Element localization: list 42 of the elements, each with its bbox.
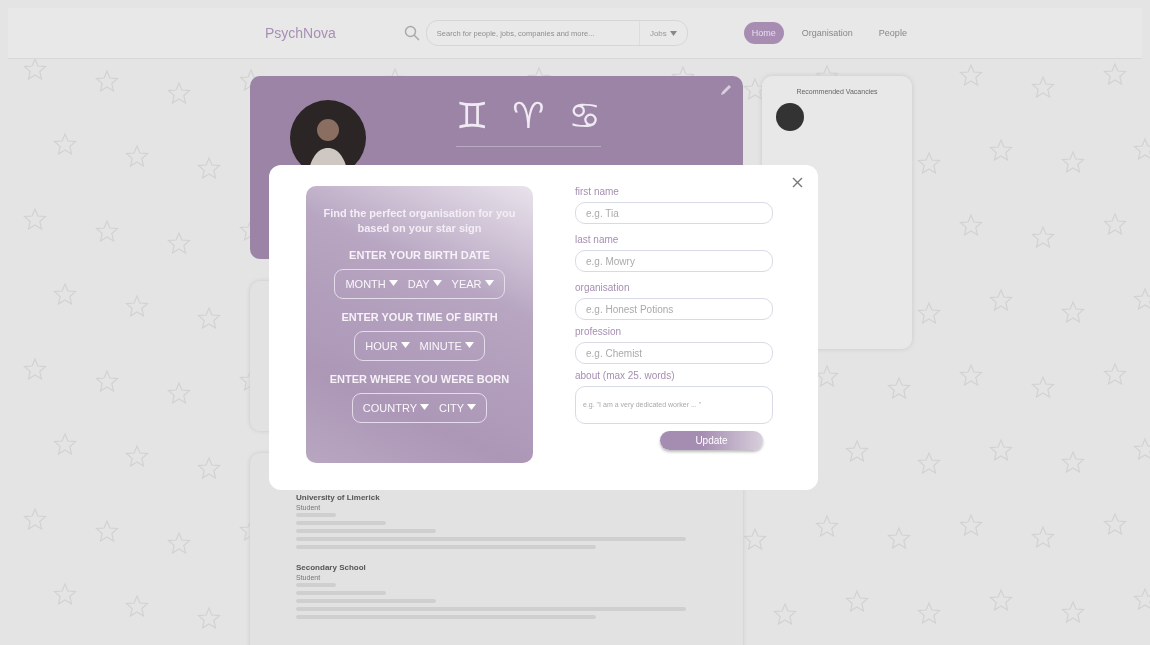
school-name: Secondary School	[296, 563, 367, 572]
input-field[interactable]: e.g. Tia	[575, 202, 773, 224]
dropdown[interactable]: CITY	[437, 401, 479, 414]
nav-link[interactable]: People	[870, 22, 915, 44]
field-label: first name	[575, 186, 620, 197]
field-label: last name	[575, 234, 620, 245]
caret-icon	[388, 279, 398, 286]
zodiac-sign: ♋	[568, 98, 601, 134]
school-name: University of Limerick	[296, 493, 381, 502]
input-field[interactable]: e.g. Mowry	[575, 250, 773, 272]
dropdown[interactable]: DAY	[405, 277, 444, 290]
caret-icon	[464, 341, 474, 348]
caret-icon	[400, 341, 410, 348]
caret-icon	[484, 279, 494, 286]
input-field[interactable]: e.g. Honest Potions	[575, 298, 773, 320]
caret-icon	[432, 279, 442, 286]
field-label: profession	[575, 326, 623, 337]
search-icon[interactable]	[403, 25, 420, 41]
section-heading: ENTER YOUR BIRTH DATE	[349, 248, 490, 261]
section-heading: ENTER WHERE YOU WERE BORN	[329, 372, 510, 385]
zodiac-sign: ♈	[512, 98, 545, 134]
dropdown[interactable]: MINUTE	[417, 339, 476, 352]
input-field[interactable]: e.g. Chemist	[575, 342, 773, 364]
caret-icon	[420, 403, 430, 410]
update-button[interactable]: Update	[660, 431, 763, 450]
dropdown[interactable]: COUNTRY	[360, 401, 432, 414]
dropdown[interactable]: MONTH	[343, 277, 400, 290]
dropdown[interactable]: YEAR	[449, 277, 496, 290]
nav-link[interactable]: Home	[743, 22, 784, 44]
logo: PsychNova	[265, 25, 336, 41]
close-icon[interactable]	[792, 177, 803, 188]
field-label: organisation	[575, 282, 631, 293]
section-heading: ENTER YOUR TIME OF BIRTH	[341, 310, 498, 323]
nav-link[interactable]: Organisation	[793, 22, 861, 44]
jobs-dropdown[interactable]: Jobs	[638, 21, 687, 45]
field-label: about (max 25. words)	[575, 370, 676, 381]
caret-icon	[669, 30, 677, 36]
zodiac-sign: ♊	[456, 98, 489, 134]
company-logo-icon	[776, 103, 804, 131]
pencil-icon[interactable]	[719, 83, 733, 97]
caret-icon	[467, 403, 477, 410]
dropdown[interactable]: HOUR	[363, 339, 412, 352]
